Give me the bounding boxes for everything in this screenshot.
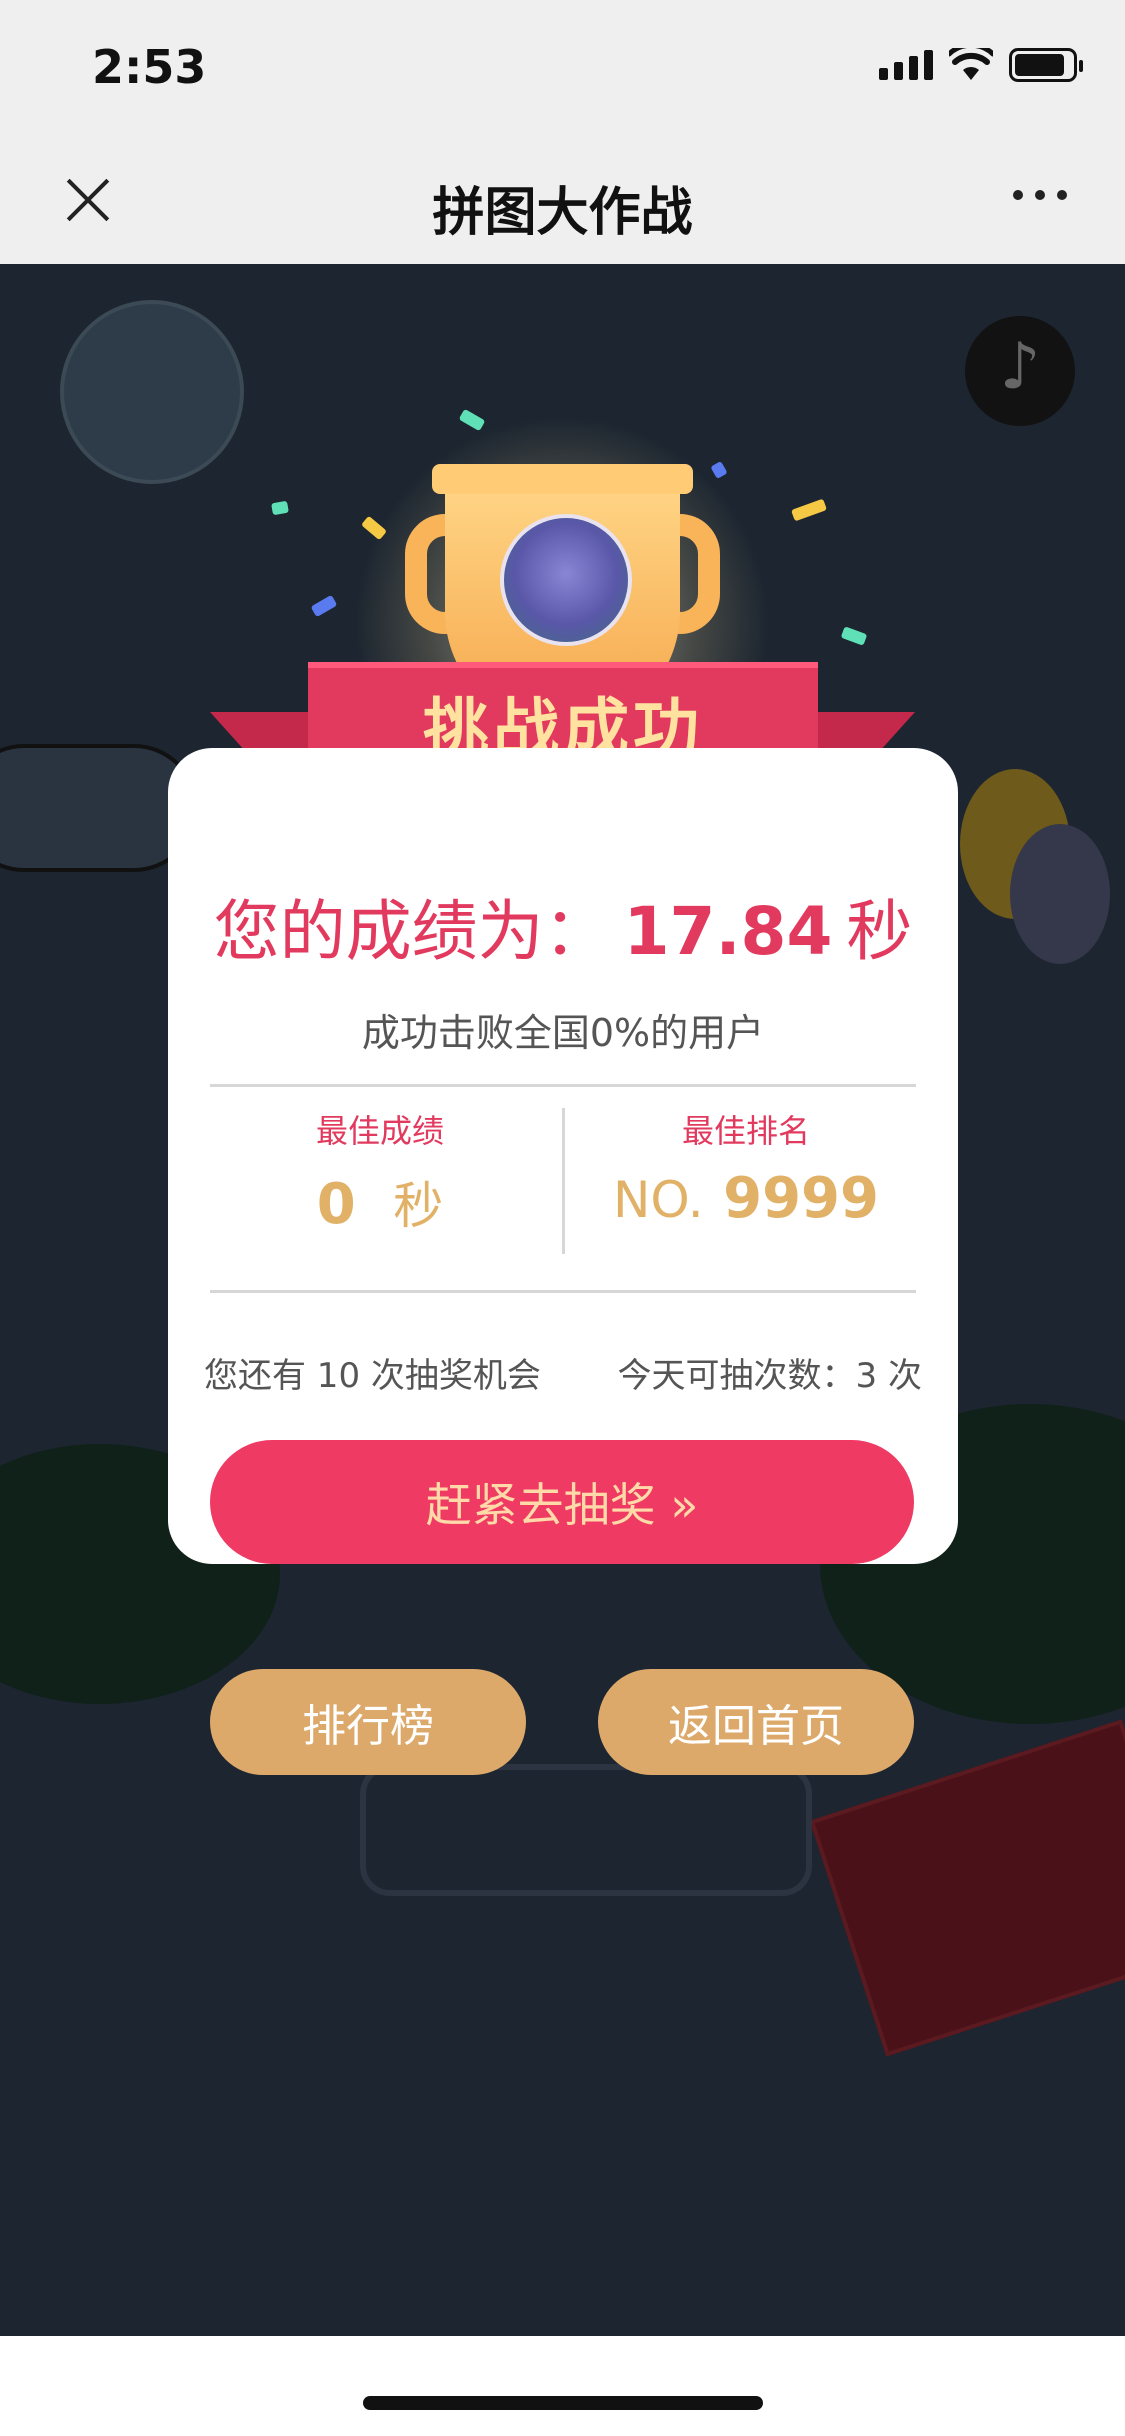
go-lottery-button[interactable]: 赶紧去抽奖 » [210, 1440, 914, 1564]
best-rank-prefix: NO. [613, 1171, 704, 1229]
status-time: 2:53 [92, 40, 207, 94]
best-rank-label: 最佳排名 [681, 1112, 810, 1150]
beat-percentage-text: 成功击败全国0%的用户 [361, 1011, 765, 1055]
confetti-decoration [710, 460, 728, 480]
confetti-decoration [840, 626, 868, 646]
status-bar: 2:53 [0, 0, 1125, 140]
score-prefix: 您的成绩为： [213, 893, 610, 970]
score-line: 您的成绩为： 17.84 秒 [168, 878, 958, 974]
wifi-icon [949, 48, 993, 80]
vertical-divider [562, 1108, 565, 1254]
cellular-signal-icon [879, 50, 933, 80]
divider [210, 1084, 916, 1087]
back-home-button[interactable]: 返回首页 [598, 1669, 914, 1775]
balloon-decoration [1010, 824, 1110, 964]
lottery-chances-row: 您还有 10 次抽奖机会 今天可抽次数：3 次 [204, 1348, 922, 1397]
best-rank-value: 9999 [723, 1166, 879, 1231]
leaderboard-button[interactable]: 排行榜 [210, 1669, 526, 1775]
confetti-decoration [790, 498, 828, 522]
nav-bar: 拼图大作战 [0, 140, 1125, 264]
background-start-button-decoration [360, 1764, 812, 1896]
home-indicator[interactable] [363, 2396, 763, 2410]
trophy-illustration: 挑战成功 [0, 264, 1125, 834]
best-score-label: 最佳成绩 [315, 1112, 444, 1150]
remaining-chances-text: 您还有 10 次抽奖机会 [204, 1356, 541, 1396]
game-background: 挑战成功 您的成绩为：17.84秒 成功击败全国0%的用户 最佳成绩 0 秒 最… [0, 264, 1125, 2336]
battery-icon [1009, 48, 1083, 82]
page-title: 拼图大作战 [432, 183, 693, 243]
confetti-decoration [458, 408, 486, 432]
best-score-unit: 秒 [393, 1177, 444, 1235]
best-score-value: 0 [316, 1172, 356, 1237]
more-options-icon[interactable] [1013, 190, 1067, 200]
divider [210, 1290, 916, 1293]
score-unit: 秒 [846, 893, 913, 970]
status-icons [879, 48, 1083, 82]
confetti-decoration [310, 594, 338, 618]
confetti-decoration [271, 500, 289, 516]
player-avatar [500, 514, 632, 646]
score-value: 17.84 [623, 893, 833, 970]
best-rank-stat: 最佳排名 NO. 9999 [576, 1106, 916, 1231]
home-indicator-area [0, 2336, 1125, 2436]
best-score-stat: 最佳成绩 0 秒 [210, 1106, 550, 1238]
today-chances-text: 今天可抽次数：3 次 [617, 1356, 922, 1396]
